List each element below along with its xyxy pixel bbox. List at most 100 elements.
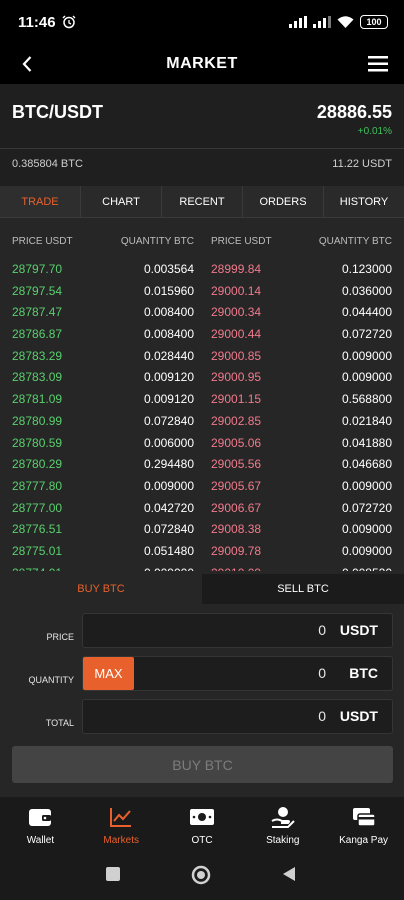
market-tabs: TRADE CHART RECENT ORDERS HISTORY	[0, 186, 404, 218]
tab-sell[interactable]: SELL BTC	[202, 574, 404, 604]
back-icon[interactable]	[280, 865, 298, 883]
nav-label: Markets	[103, 835, 139, 846]
bid-quantity: 0.009120	[143, 392, 194, 407]
card-icon	[352, 808, 376, 827]
orderbook-row[interactable]: 28776.51 0.072840 29008.38 0.009000	[0, 519, 404, 541]
status-bar: 11:46 100	[0, 0, 404, 44]
price-label: PRICE	[46, 632, 74, 642]
ask-price: 29010.09	[211, 566, 261, 571]
nav-otc[interactable]: OTC	[162, 797, 243, 853]
signal-icon	[313, 16, 331, 28]
nav-label: Staking	[266, 835, 300, 846]
signal-icon	[289, 16, 307, 28]
orderbook-row[interactable]: 28781.09 0.009120 29001.15 0.568800	[0, 389, 404, 411]
total-field[interactable]: 0 USDT	[82, 699, 393, 734]
volume-btc: 0.385804 BTC	[12, 158, 83, 170]
nav-wallet[interactable]: Wallet	[0, 797, 81, 853]
nav-label: Wallet	[26, 835, 55, 846]
ask-price: 29002.85	[211, 413, 262, 428]
orderbook-row[interactable]: 28777.80 0.009000 29005.67 0.009000	[0, 476, 404, 498]
tab-trade[interactable]: TRADE	[0, 186, 81, 217]
ask-quantity: 0.072720	[341, 327, 392, 342]
orderbook-row[interactable]: 28797.54 0.015960 29000.14 0.036000	[0, 281, 404, 303]
back-arrow-icon[interactable]	[16, 52, 40, 76]
nav-kanga-pay[interactable]: Kanga Pay	[323, 797, 404, 853]
bid-price: 28781.09	[12, 392, 63, 407]
ask-quantity: 0.008520	[342, 566, 392, 571]
bid-price: 28780.59	[12, 435, 63, 450]
hamburger-menu-icon[interactable]	[366, 52, 390, 76]
ask-quantity: 0.009000	[341, 478, 392, 493]
bottom-nav: Wallet Markets OTC Staking Kanga Pay	[0, 797, 404, 853]
orderbook-row[interactable]: 28787.47 0.008400 29000.34 0.044400	[0, 302, 404, 324]
recents-icon[interactable]	[104, 865, 122, 883]
ask-quantity: 0.009000	[341, 348, 392, 363]
nav-markets[interactable]: Markets	[81, 797, 162, 853]
bid-price: 28780.99	[12, 413, 63, 428]
tab-history[interactable]: HISTORY	[324, 186, 404, 217]
bid-price: 28776.51	[12, 522, 63, 537]
divider	[0, 148, 404, 149]
total-unit: USDT	[339, 708, 378, 724]
ask-price: 28999.84	[211, 262, 262, 276]
home-icon[interactable]	[190, 864, 212, 886]
orderbook-headers: PRICE USDT QUANTITY BTC PRICE USDT QUANT…	[0, 236, 404, 250]
nav-label: Kanga Pay	[339, 835, 389, 846]
ask-quantity: 0.041880	[341, 435, 392, 450]
tab-chart[interactable]: CHART	[81, 186, 162, 217]
orderbook-row[interactable]: 28797.70 0.003564 28999.84 0.123000	[0, 259, 404, 281]
ask-price: 29005.06	[211, 435, 262, 450]
bid-price: 28780.29	[12, 457, 63, 472]
orderbook-row[interactable]: 28775.01 0.051480 29009.78 0.009000	[0, 541, 404, 563]
buy-btc-button[interactable]: BUY BTC	[12, 746, 393, 783]
orderbook-row[interactable]: 28780.99 0.072840 29002.85 0.021840	[0, 411, 404, 433]
tab-buy[interactable]: BUY BTC	[0, 574, 202, 604]
price-field[interactable]: 0 USDT	[82, 613, 393, 648]
bid-quantity: 0.051480	[143, 543, 194, 558]
orderbook[interactable]: 28797.70 0.003564 28999.84 0.123000 28797.54…	[0, 259, 404, 571]
bid-quantity: 0.028440	[143, 348, 194, 363]
total-label: TOTAL	[45, 718, 74, 728]
page-title: MARKET	[166, 55, 238, 72]
orderbook-row[interactable]: 28783.09 0.009120 29000.95 0.009000	[0, 367, 404, 389]
tab-orders[interactable]: ORDERS	[243, 186, 324, 217]
bid-quantity: 0.072840	[143, 413, 194, 428]
bid-price: 28777.80	[12, 478, 63, 493]
total-value: 0	[318, 708, 326, 724]
pair-price: 28886.55	[316, 102, 392, 122]
orderbook-row[interactable]: 28786.87 0.008400 29000.44 0.072720	[0, 324, 404, 346]
price-unit: USDT	[339, 622, 378, 638]
bid-price: 28786.87	[12, 327, 63, 342]
volume-usdt: 11.22 USDT	[332, 158, 392, 170]
ask-quantity: 0.072720	[341, 500, 392, 515]
bid-price: 28797.54	[12, 283, 63, 298]
system-nav-bar	[0, 853, 404, 900]
ask-price: 29005.56	[211, 457, 262, 472]
bid-quantity: 0.006000	[143, 435, 194, 450]
ask-quantity: 0.568800	[341, 392, 392, 407]
bid-quantity: 0.042720	[143, 500, 194, 515]
orderbook-row[interactable]: 28783.29 0.028440 29000.85 0.009000	[0, 346, 404, 368]
ask-quantity: 0.036000	[341, 283, 392, 298]
bid-quantity: 0.009120	[143, 370, 194, 385]
bid-price: 28783.09	[12, 370, 63, 385]
ask-price: 29000.34	[211, 305, 262, 320]
orderbook-row[interactable]: 28780.59 0.006000 29005.06 0.041880	[0, 433, 404, 455]
orderbook-row[interactable]: 28780.29 0.294480 29005.56 0.046680	[0, 454, 404, 476]
staking-icon	[271, 807, 295, 828]
ask-price: 29000.44	[211, 327, 262, 342]
quantity-field[interactable]: MAX 0 BTC	[82, 656, 393, 691]
ask-quantity: 0.123000	[341, 262, 392, 276]
nav-staking[interactable]: Staking	[242, 797, 323, 853]
bid-qty-header: QUANTITY BTC	[120, 236, 194, 247]
tab-recent[interactable]: RECENT	[162, 186, 243, 217]
max-button[interactable]: MAX	[83, 657, 134, 690]
ask-quantity: 0.009000	[341, 543, 392, 558]
ask-price: 29001.15	[211, 392, 262, 407]
orderbook-row[interactable]: 28774.01 0.009000 29010.09 0.008520	[0, 563, 404, 571]
bid-quantity: 0.003564	[143, 262, 194, 276]
bid-quantity: 0.008400	[143, 305, 194, 320]
orderbook-row[interactable]: 28777.00 0.042720 29006.67 0.072720	[0, 498, 404, 520]
ask-price-header: PRICE USDT	[211, 236, 272, 247]
wallet-icon	[29, 809, 52, 826]
